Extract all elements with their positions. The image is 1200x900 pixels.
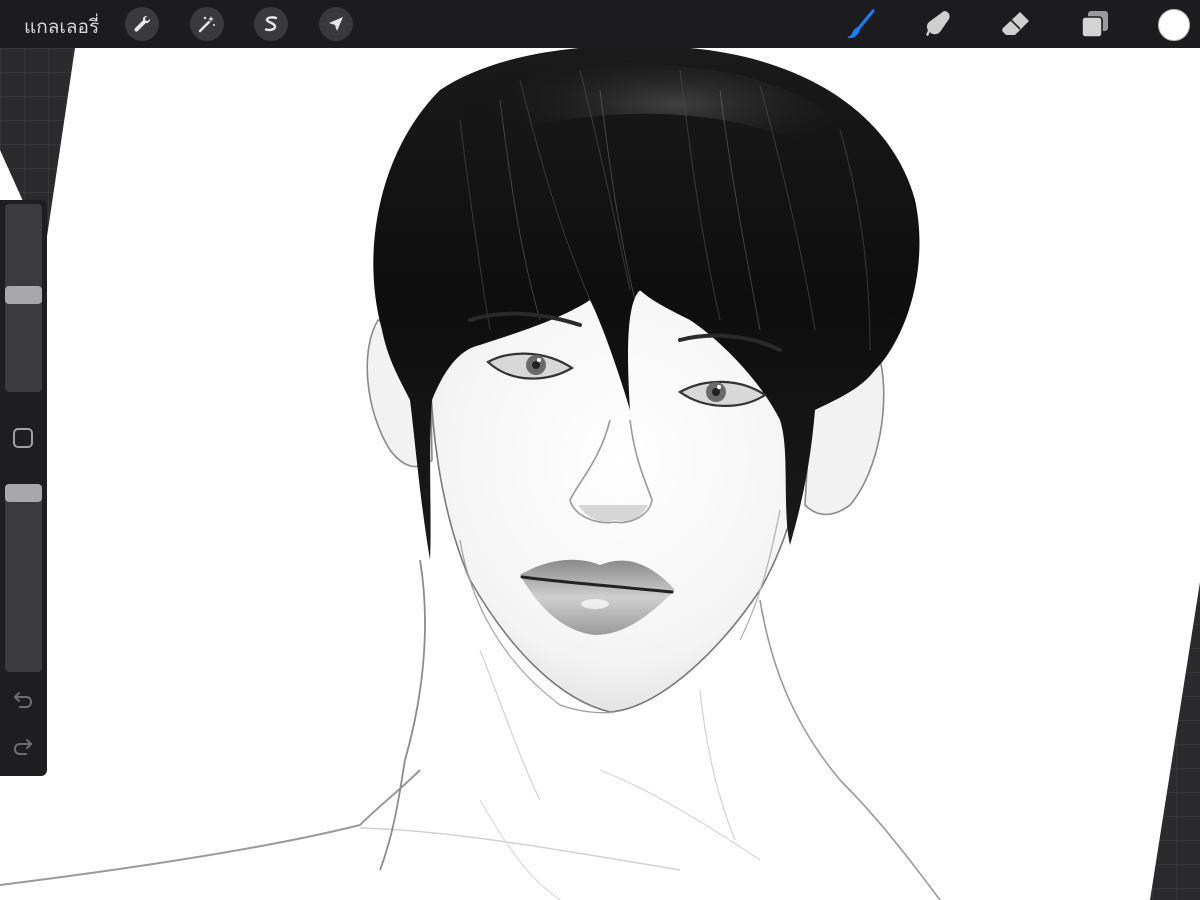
transform-button[interactable] [319,7,353,41]
smudge-tool-button[interactable] [922,8,954,40]
drawing-canvas[interactable] [0,0,1200,900]
brush-size-slider[interactable] [5,204,42,392]
wrench-icon [134,16,150,32]
layers-icon [1081,11,1108,38]
brush-size-thumb[interactable] [5,286,42,304]
paint-tool-button[interactable] [845,8,877,40]
top-toolbar: แกลเลอรี่ [0,0,1200,48]
undo-button[interactable] [10,686,36,712]
eraser-icon [1002,12,1029,35]
left-sidebar [0,200,47,776]
adjustments-button[interactable] [190,7,224,41]
arrow-cursor-icon [329,17,343,31]
selection-s-icon [264,16,278,32]
opacity-thumb[interactable] [5,484,42,502]
modify-button[interactable] [13,428,33,448]
selection-button[interactable] [254,7,288,41]
color-picker-button[interactable] [1158,9,1190,41]
redo-arrow-icon [13,739,32,755]
undo-arrow-icon [14,692,33,708]
magic-wand-icon [198,16,215,33]
actions-button[interactable] [125,7,159,41]
erase-tool-button[interactable] [1000,8,1032,40]
redo-button[interactable] [10,733,36,759]
brush-icon [847,9,875,39]
procreate-app: แกลเลอรี่ [0,0,1200,900]
smudge-finger-icon [926,11,950,36]
gallery-button[interactable]: แกลเลอรี่ [24,12,99,42]
opacity-slider[interactable] [5,484,42,672]
layers-button[interactable] [1079,8,1111,40]
